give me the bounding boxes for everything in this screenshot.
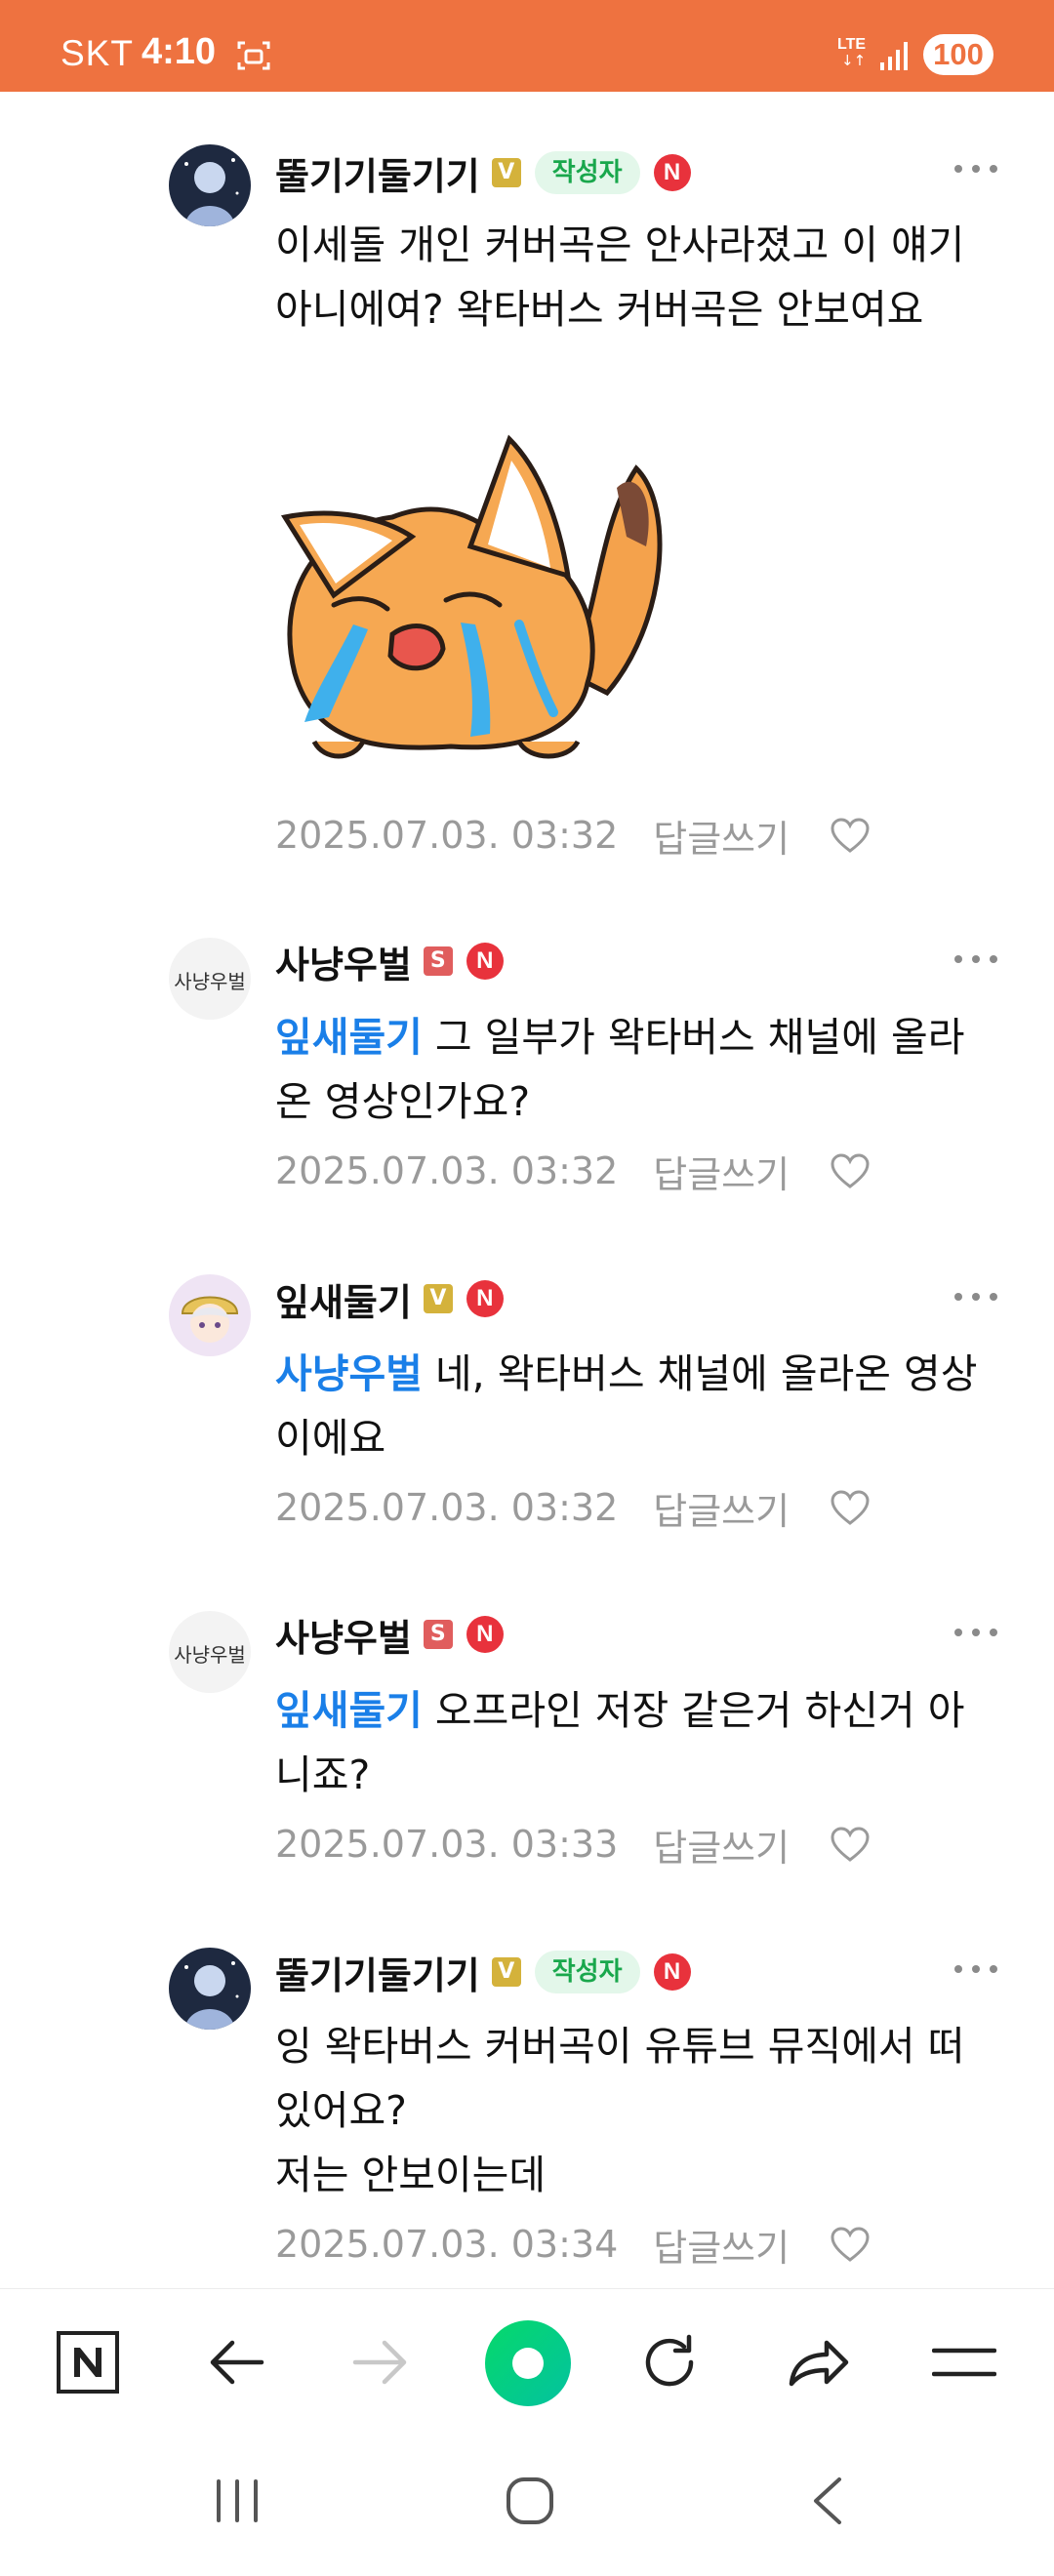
verified-badge-icon: V xyxy=(491,158,521,187)
mention-link[interactable]: 잎새둘기 xyxy=(275,1014,423,1061)
forward-arrow-icon[interactable] xyxy=(344,2325,418,2399)
more-options-icon[interactable] xyxy=(954,1627,997,1638)
more-options-icon[interactable] xyxy=(954,163,997,175)
nickname-row: 잎새둘기 V N xyxy=(275,1272,504,1326)
naver-n-badge: N xyxy=(653,154,691,191)
naver-n-badge: N xyxy=(653,1953,691,1991)
back-arrow-icon[interactable] xyxy=(199,2325,273,2399)
s-badge-icon: S xyxy=(423,1620,453,1649)
refresh-icon[interactable] xyxy=(632,2325,707,2399)
nickname-row: 뚤기기둘기기 V 작성자 N xyxy=(275,146,691,200)
comment-text: 잎새둘기 그 일부가 왁타버스 채널에 올라온 영상인가요? xyxy=(275,1014,965,1125)
reply-button[interactable]: 답글쓰기 xyxy=(653,1818,790,1872)
nickname[interactable]: 사냥우벌 xyxy=(275,935,412,988)
network-type: LTE xyxy=(837,36,867,53)
more-options-icon[interactable] xyxy=(954,1291,997,1303)
browser-toolbar xyxy=(0,2288,1054,2435)
comment-meta: 2025.07.03. 03:32 답글쓰기 xyxy=(275,1149,872,1196)
comment-meta: 2025.07.03. 03:34 답글쓰기 xyxy=(275,2223,872,2270)
nickname[interactable]: 뚤기기둘기기 xyxy=(275,1946,480,1999)
naver-n-badge: N xyxy=(466,943,504,980)
screenshot-icon xyxy=(237,41,270,70)
mention-link[interactable]: 잎새둘기 xyxy=(275,1687,423,1734)
comment-meta: 2025.07.03. 03:32 답글쓰기 xyxy=(275,814,872,861)
comment-text: 이세돌 개인 커버곡은 안사라졌고 이 얘기 아니에여? 왁타버스 커버곡은 안… xyxy=(275,221,978,333)
comment-text: 잎새둘기 오프라인 저장 같은거 하신거 아니죠? xyxy=(275,1687,965,1798)
carrier-label: SKT xyxy=(61,33,134,73)
verified-badge-icon: V xyxy=(423,1284,453,1313)
share-icon[interactable] xyxy=(781,2325,855,2399)
comment-meta: 2025.07.03. 03:33 답글쓰기 xyxy=(275,1823,872,1870)
comment-text: 사냥우벌 네, 왁타버스 채널에 올라온 영상이에요 xyxy=(275,1350,978,1462)
avatar[interactable] xyxy=(169,1948,251,2030)
home-icon[interactable] xyxy=(493,2464,567,2538)
data-arrows-icon: ↓↑ xyxy=(841,52,867,69)
author-tag: 작성자 xyxy=(534,151,640,194)
nickname[interactable]: 사냥우벌 xyxy=(275,1608,412,1662)
comment-text: 잉 왁타버스 커버곡이 유튜브 뮤직에서 떠있어요? 저는 안보이는데 xyxy=(275,2023,965,2198)
comment-date: 2025.07.03. 03:32 xyxy=(275,1486,619,1529)
nickname-row: 사냥우벌 S N xyxy=(275,1608,504,1662)
avatar[interactable] xyxy=(169,144,251,226)
avatar[interactable] xyxy=(169,1274,251,1356)
more-options-icon[interactable] xyxy=(954,1963,997,1975)
menu-icon[interactable] xyxy=(927,2325,1001,2399)
heart-icon[interactable] xyxy=(829,816,872,855)
naver-n-badge: N xyxy=(466,1616,504,1653)
s-badge-icon: S xyxy=(423,946,453,976)
green-dot-icon[interactable] xyxy=(484,2319,572,2407)
avatar[interactable]: 사냥우벌 xyxy=(169,938,251,1020)
svg-text:사냥우벌: 사냥우벌 xyxy=(174,1643,246,1667)
heart-icon[interactable] xyxy=(829,1488,872,1527)
naver-home-icon[interactable] xyxy=(51,2325,125,2399)
comment-date: 2025.07.03. 03:32 xyxy=(275,1149,619,1192)
reply-button[interactable]: 답글쓰기 xyxy=(653,2218,790,2272)
more-options-icon[interactable] xyxy=(954,953,997,965)
signal-icon xyxy=(880,42,908,70)
nickname-row: 사냥우벌 S N xyxy=(275,937,504,986)
battery-indicator: 100 xyxy=(923,34,993,75)
status-bar: SKT 4:10 LTE ↓↑ 100 xyxy=(0,0,1054,92)
recent-apps-icon[interactable] xyxy=(200,2464,274,2538)
crying-fox-sticker xyxy=(280,434,663,759)
heart-icon[interactable] xyxy=(829,1825,872,1864)
nickname[interactable]: 잎새둘기 xyxy=(275,1272,412,1326)
avatar[interactable]: 사냥우벌 xyxy=(169,1611,251,1693)
clock: 4:10 xyxy=(142,31,217,72)
back-icon[interactable] xyxy=(790,2464,865,2538)
verified-badge-icon: V xyxy=(491,1957,521,1987)
heart-icon[interactable] xyxy=(829,1151,872,1190)
comment-date: 2025.07.03. 03:34 xyxy=(275,2223,619,2266)
nickname-row: 뚤기기둘기기 V 작성자 N xyxy=(275,1946,691,1999)
author-tag: 작성자 xyxy=(534,1951,640,1993)
reply-button[interactable]: 답글쓰기 xyxy=(653,809,790,863)
svg-text:사냥우벌: 사냥우벌 xyxy=(174,970,246,993)
heart-icon[interactable] xyxy=(829,2225,872,2264)
comment-date: 2025.07.03. 03:33 xyxy=(275,1823,619,1866)
comment-meta: 2025.07.03. 03:32 답글쓰기 xyxy=(275,1486,872,1533)
comment-date: 2025.07.03. 03:32 xyxy=(275,814,619,857)
nickname[interactable]: 뚤기기둘기기 xyxy=(275,146,480,200)
reply-button[interactable]: 답글쓰기 xyxy=(653,1481,790,1535)
system-nav-bar xyxy=(0,2435,1054,2576)
mention-link[interactable]: 사냥우벌 xyxy=(275,1350,423,1397)
naver-n-badge: N xyxy=(466,1280,504,1317)
reply-button[interactable]: 답글쓰기 xyxy=(653,1145,790,1198)
